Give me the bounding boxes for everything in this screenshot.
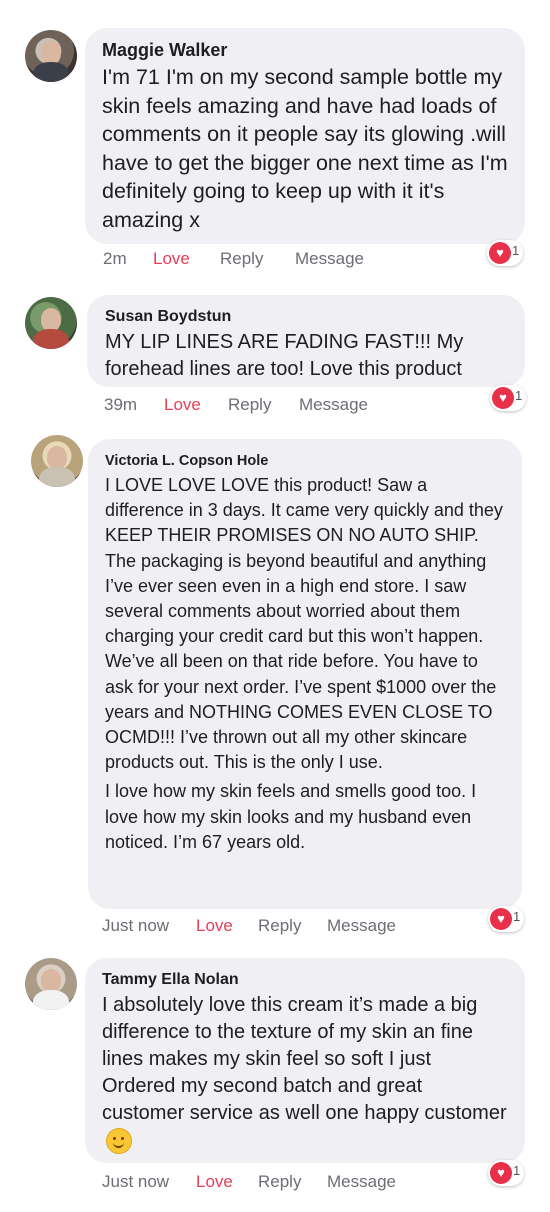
- smiling-face-icon: [106, 1127, 132, 1154]
- reaction-count: 1: [512, 243, 520, 258]
- reaction-badge[interactable]: ♥ 1: [488, 1160, 524, 1186]
- reply-button[interactable]: Reply: [220, 249, 263, 269]
- comment-bubble: Victoria L. Copson Hole I LOVE LOVE LOVE…: [88, 439, 522, 909]
- avatar[interactable]: [25, 30, 77, 82]
- comment-text: I absolutely love this cream it’s made a…: [102, 992, 509, 1154]
- comment: Victoria L. Copson Hole I LOVE LOVE LOVE…: [0, 430, 550, 950]
- commenter-name[interactable]: Maggie Walker: [102, 40, 509, 60]
- comment-text: I'm 71 I'm on my second sample bottle my…: [102, 65, 508, 232]
- love-button[interactable]: Love: [153, 249, 190, 269]
- comment: Maggie Walker I'm 71 I'm on my second sa…: [0, 0, 550, 285]
- reaction-count: 1: [513, 1163, 521, 1178]
- avatar[interactable]: [31, 435, 83, 487]
- message-button[interactable]: Message: [327, 916, 396, 936]
- reply-button[interactable]: Reply: [228, 395, 271, 415]
- message-button[interactable]: Message: [295, 249, 364, 269]
- comment-text: I LOVE LOVE LOVE this product! Saw a dif…: [105, 475, 503, 773]
- heart-icon: ♥: [489, 242, 511, 264]
- reaction-count: 1: [515, 388, 523, 403]
- reaction-badge[interactable]: ♥ 1: [487, 240, 523, 266]
- heart-icon: ♥: [490, 1162, 512, 1184]
- comment: Susan Boydstun MY LIP LINES ARE FADING F…: [0, 285, 550, 430]
- timestamp: 2m: [103, 249, 127, 268]
- comment-text-continued: I love how my skin feels and smells good…: [105, 781, 477, 852]
- message-button[interactable]: Message: [327, 1172, 396, 1192]
- love-button[interactable]: Love: [164, 395, 201, 415]
- reaction-badge[interactable]: ♥ 1: [488, 906, 524, 932]
- message-button[interactable]: Message: [299, 395, 368, 415]
- love-button[interactable]: Love: [196, 1172, 233, 1192]
- heart-icon: ♥: [492, 387, 514, 409]
- comment-text-body: I absolutely love this cream it’s made a…: [102, 994, 507, 1124]
- reaction-count: 1: [513, 909, 521, 924]
- comment-text: MY LIP LINES ARE FADING FAST!!! My foreh…: [105, 331, 464, 380]
- timestamp: Just now: [102, 1172, 170, 1191]
- commenter-name[interactable]: Victoria L. Copson Hole: [105, 452, 508, 470]
- avatar[interactable]: [25, 958, 77, 1010]
- reaction-badge[interactable]: ♥ 1: [490, 385, 526, 411]
- commenter-name[interactable]: Susan Boydstun: [105, 307, 509, 326]
- reply-button[interactable]: Reply: [258, 916, 301, 936]
- comment: Tammy Ella Nolan I absolutely love this …: [0, 950, 550, 1212]
- comment-bubble: Tammy Ella Nolan I absolutely love this …: [85, 958, 525, 1163]
- commenter-name[interactable]: Tammy Ella Nolan: [102, 970, 509, 989]
- heart-icon: ♥: [490, 908, 512, 930]
- timestamp: 39m: [104, 395, 138, 414]
- reply-button[interactable]: Reply: [258, 1172, 301, 1192]
- timestamp: Just now: [102, 916, 170, 935]
- comment-bubble: Susan Boydstun MY LIP LINES ARE FADING F…: [87, 295, 525, 387]
- avatar[interactable]: [25, 297, 77, 349]
- comment-bubble: Maggie Walker I'm 71 I'm on my second sa…: [85, 28, 525, 244]
- love-button[interactable]: Love: [196, 916, 233, 936]
